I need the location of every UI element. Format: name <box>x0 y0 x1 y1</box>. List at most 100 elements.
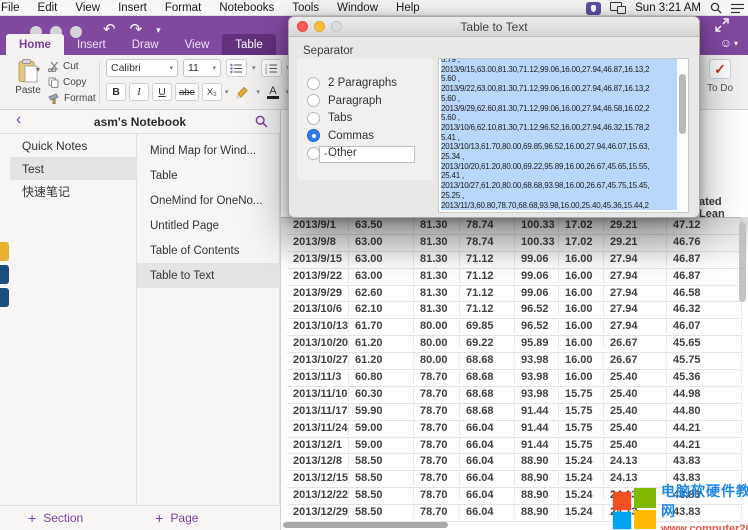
format-painter-button[interactable]: Format <box>48 91 96 105</box>
table-cell-value[interactable]: 81.30 <box>414 269 460 283</box>
table-cell-value[interactable] <box>287 384 349 386</box>
table-row[interactable]: 2013/11/1759.9078.7068.6891.4415.7525.40… <box>287 404 742 421</box>
menu-item-tools[interactable]: Tools <box>283 2 328 14</box>
bullet-list-chevron-icon[interactable]: ▾ <box>252 64 256 72</box>
feedback-smiley-icon[interactable]: ☺ <box>720 36 732 50</box>
vertical-scrollbar[interactable] <box>739 222 746 302</box>
add-section-button[interactable]: + Section <box>28 510 83 526</box>
table-cell-value[interactable] <box>287 232 349 234</box>
table-cell-value[interactable]: 60.30 <box>349 387 414 401</box>
table-row[interactable]: 2013/10/2761.2080.0068.6893.9816.0026.67… <box>287 353 742 370</box>
table-cell-value[interactable]: 95.89 <box>515 336 559 350</box>
page-item[interactable]: Untitled Page <box>137 213 280 238</box>
table-row[interactable]: 2013/9/863.0081.3078.74100.3317.0229.214… <box>287 235 742 252</box>
section-item[interactable]: Test <box>10 157 137 180</box>
table-cell-value[interactable]: 78.70 <box>414 404 460 418</box>
table-cell-value[interactable] <box>287 452 349 454</box>
table-cell-value[interactable]: 46.32 <box>667 302 742 316</box>
table-cell-value[interactable] <box>287 401 349 403</box>
menu-item-format[interactable]: Format <box>156 2 210 14</box>
font-color-button[interactable]: A <box>263 83 283 101</box>
table-cell-value[interactable] <box>287 283 349 285</box>
underline-button[interactable]: U <box>152 83 172 101</box>
table-cell-value[interactable]: 25.40 <box>604 404 667 418</box>
table-cell-value[interactable]: 66.04 <box>460 421 515 435</box>
table-cell-date[interactable]: 2013/9/1 <box>287 218 349 232</box>
radio-2-paragraphs[interactable]: 2 Paragraphs <box>307 76 397 90</box>
table-cell-value[interactable]: 69.85 <box>460 319 515 333</box>
table-cell-value[interactable] <box>287 502 349 504</box>
page-item[interactable]: Table to Text <box>137 263 280 288</box>
table-cell-value[interactable]: 62.10 <box>349 302 414 316</box>
cut-button[interactable]: Cut <box>48 59 96 73</box>
table-cell-value[interactable]: 16.00 <box>559 286 604 300</box>
section-item[interactable]: 快速笔记 <box>10 180 137 203</box>
table-cell-value[interactable]: 71.12 <box>460 302 515 316</box>
table-cell-value[interactable]: 78.70 <box>414 471 460 485</box>
table-cell-value[interactable]: 15.24 <box>559 471 604 485</box>
menu-item-file[interactable]: File <box>0 2 29 14</box>
table-cell-value[interactable]: 61.20 <box>349 353 414 367</box>
table-cell-value[interactable]: 27.94 <box>604 286 667 300</box>
table-cell-value[interactable]: 15.75 <box>559 421 604 435</box>
spotlight-search-icon[interactable] <box>710 2 722 14</box>
tab-draw[interactable]: Draw <box>119 34 172 55</box>
table-cell-value[interactable]: 27.94 <box>604 252 667 266</box>
table-cell-value[interactable]: 17.02 <box>559 235 604 249</box>
table-cell-value[interactable]: 66.04 <box>460 488 515 502</box>
radio-other[interactable]: Other <box>307 146 357 160</box>
table-row[interactable]: 2013/11/2459.0078.7066.0491.4415.7525.40… <box>287 421 742 438</box>
table-cell-value[interactable]: 99.06 <box>515 286 559 300</box>
table-cell-value[interactable]: 80.00 <box>414 336 460 350</box>
bullet-list-button[interactable] <box>226 59 247 77</box>
table-cell-value[interactable]: 59.90 <box>349 404 414 418</box>
table-cell-value[interactable]: 15.75 <box>559 387 604 401</box>
table-cell-date[interactable]: 2013/10/6 <box>287 302 349 316</box>
table-row[interactable]: 2013/10/2061.2080.0069.2295.8916.0026.67… <box>287 336 742 353</box>
table-row[interactable]: 2013/10/1361.7080.0069.8596.5216.0027.94… <box>287 319 742 336</box>
menu-item-notebooks[interactable]: Notebooks <box>210 2 283 14</box>
table-cell-value[interactable]: 16.00 <box>559 353 604 367</box>
table-cell-value[interactable]: 63.00 <box>349 269 414 283</box>
table-cell-value[interactable]: 81.30 <box>414 218 460 232</box>
table-cell-value[interactable]: 58.50 <box>349 471 414 485</box>
table-row[interactable]: 2013/9/2962.6081.3071.1299.0616.0027.944… <box>287 286 742 303</box>
table-cell-value[interactable]: 43.83 <box>667 454 742 468</box>
table-cell-value[interactable]: 78.70 <box>414 370 460 384</box>
table-cell-value[interactable]: 81.30 <box>414 302 460 316</box>
table-cell-value[interactable] <box>287 266 349 268</box>
table-cell-value[interactable]: 17.02 <box>559 218 604 232</box>
table-cell-value[interactable]: 81.30 <box>414 286 460 300</box>
notification-center-icon[interactable] <box>731 3 744 14</box>
table-cell-value[interactable]: 78.70 <box>414 421 460 435</box>
table-cell-value[interactable]: 88.90 <box>515 505 559 519</box>
table-row[interactable]: 2013/10/662.1081.3071.1296.5216.0027.944… <box>287 302 742 319</box>
table-cell-value[interactable]: 26.67 <box>604 353 667 367</box>
table-cell-value[interactable]: 15.24 <box>559 505 604 519</box>
table-cell-value[interactable]: 63.00 <box>349 252 414 266</box>
table-cell-value[interactable]: 44.98 <box>667 387 742 401</box>
table-cell-value[interactable]: 25.40 <box>604 421 667 435</box>
numbered-list-button[interactable]: 123 <box>261 59 282 77</box>
radio-dot-icon[interactable] <box>307 94 320 107</box>
table-cell-value[interactable]: 15.24 <box>559 488 604 502</box>
table-cell-value[interactable]: 16.00 <box>559 336 604 350</box>
table-cell-value[interactable]: 93.98 <box>515 353 559 367</box>
radio-paragraph[interactable]: Paragraph <box>307 94 382 108</box>
table-cell-value[interactable]: 29.21 <box>604 235 667 249</box>
table-cell-value[interactable]: 16.00 <box>559 302 604 316</box>
table-cell-value[interactable]: 58.50 <box>349 505 414 519</box>
radio-dot-icon[interactable] <box>307 112 320 125</box>
table-cell-value[interactable]: 44.80 <box>667 404 742 418</box>
radio-tabs[interactable]: Tabs <box>307 111 352 125</box>
table-cell-value[interactable]: 62.60 <box>349 286 414 300</box>
table-cell-value[interactable]: 59.00 <box>349 438 414 452</box>
radio-commas[interactable]: Commas <box>307 129 374 143</box>
table-row[interactable]: 2013/12/159.0078.7066.0491.4415.7525.404… <box>287 438 742 455</box>
table-row[interactable]: 2013/11/360.8078.7068.6893.9816.0025.404… <box>287 370 742 387</box>
sidebar-search-icon[interactable] <box>255 115 268 128</box>
table-cell-value[interactable]: 58.50 <box>349 488 414 502</box>
table-cell-value[interactable] <box>287 300 349 302</box>
table-cell-value[interactable]: 46.87 <box>667 269 742 283</box>
menu-item-insert[interactable]: Insert <box>109 2 156 14</box>
